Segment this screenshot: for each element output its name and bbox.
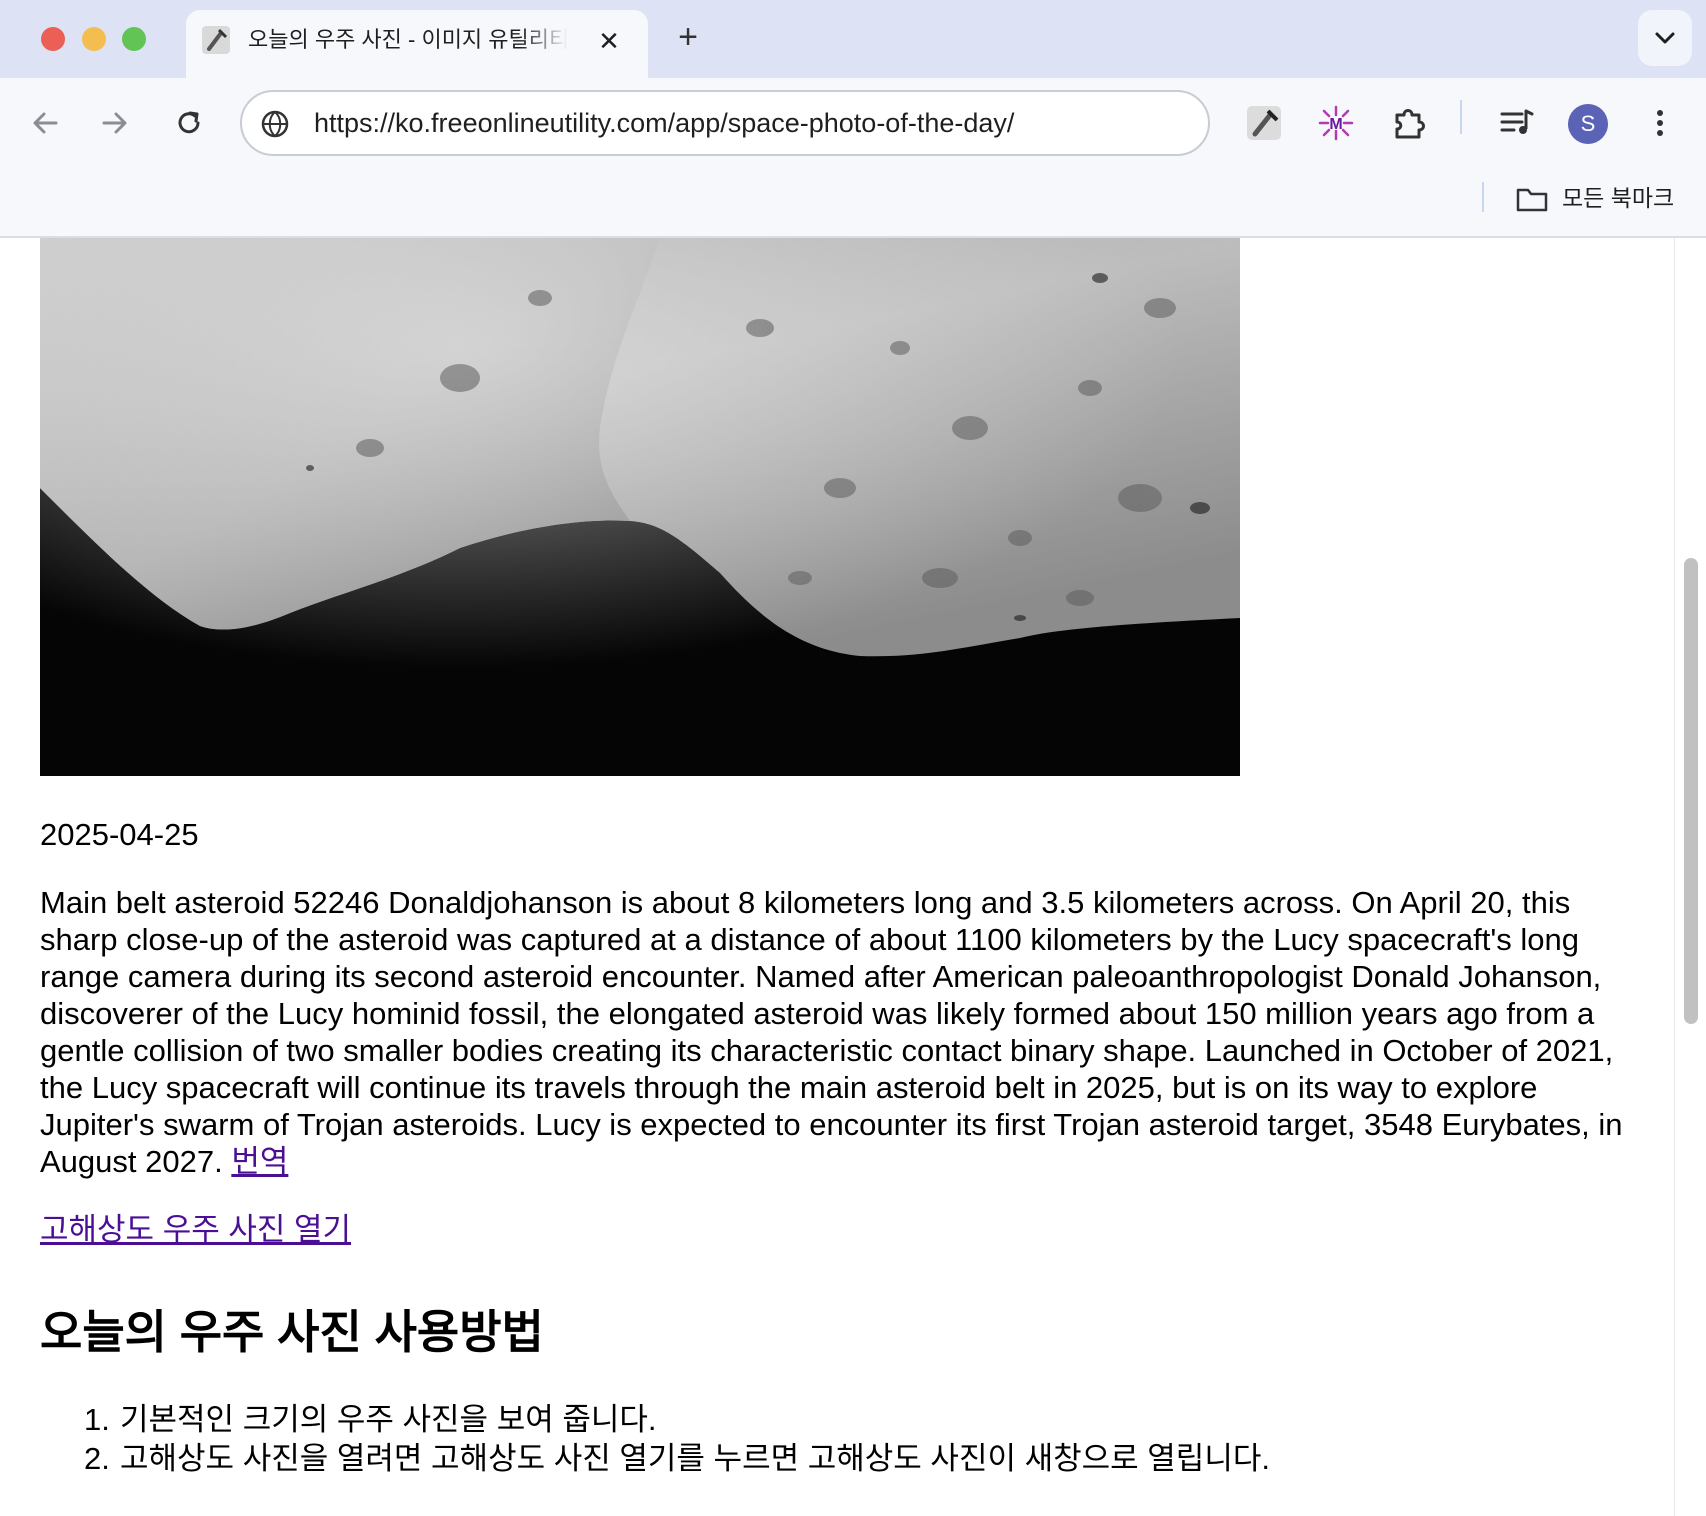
tab-strip: 오늘의 우주 사진 - 이미지 유틸리티 ✕ + <box>0 0 1706 78</box>
svg-text:M: M <box>1329 116 1342 133</box>
howto-heading: 오늘의 우주 사진 사용방법 <box>40 1306 544 1358</box>
open-hires-photo-link[interactable]: 고해상도 우주 사진 열기 <box>40 1210 351 1250</box>
window-maximize-button[interactable] <box>122 27 146 51</box>
photo-date: 2025-04-25 <box>40 817 199 852</box>
back-icon[interactable] <box>24 102 66 144</box>
chevron-down-icon <box>1655 32 1675 44</box>
window-minimize-button[interactable] <box>82 27 106 51</box>
step-text: 고해상도 사진을 열려면 고해상도 사진 열기를 누르면 고해상도 사진이 새창… <box>120 1441 1270 1476</box>
address-bar[interactable]: https://ko.freeonlineutility.com/app/spa… <box>240 90 1210 156</box>
howto-step: 2. 고해상도 사진을 열려면 고해상도 사진 열기를 누르면 고해상도 사진이 … <box>84 1439 1620 1478</box>
new-tab-button[interactable]: + <box>670 20 706 56</box>
bookmarks-separator <box>1482 182 1484 212</box>
step-text: 기본적인 크기의 우주 사진을 보여 줍니다. <box>120 1402 657 1437</box>
media-playlist-icon[interactable] <box>1496 103 1536 143</box>
explanation-text: Main belt asteroid 52246 Donaldjohanson … <box>40 885 1623 1179</box>
all-bookmarks-button[interactable]: 모든 북마크 <box>1562 180 1674 216</box>
toolbar-separator <box>1460 100 1462 134</box>
browser-toolbar: https://ko.freeonlineutility.com/app/spa… <box>0 78 1706 168</box>
forward-icon[interactable] <box>94 102 136 144</box>
page-scrollbar[interactable] <box>1674 238 1706 1516</box>
folder-icon[interactable] <box>1515 184 1549 214</box>
step-number: 1. <box>84 1402 110 1437</box>
more-menu-icon[interactable] <box>1640 103 1680 143</box>
utility-extension-icon[interactable] <box>1244 103 1284 143</box>
profile-avatar[interactable]: S <box>1568 104 1608 144</box>
bookmarks-bar: 모든 북마크 <box>0 168 1706 238</box>
tab-search-button[interactable] <box>1638 10 1692 66</box>
active-tab[interactable]: 오늘의 우주 사진 - 이미지 유틸리티 ✕ <box>186 10 648 78</box>
translate-link[interactable]: 번역 <box>231 1144 288 1179</box>
tab-title: 오늘의 우주 사진 - 이미지 유틸리티 <box>248 27 568 52</box>
url-text[interactable]: https://ko.freeonlineutility.com/app/spa… <box>314 92 1014 154</box>
space-photo <box>40 238 1240 776</box>
howto-step: 1. 기본적인 크기의 우주 사진을 보여 줍니다. <box>84 1400 1620 1439</box>
page-content: 2025-04-25 Main belt asteroid 52246 Dona… <box>0 238 1674 1516</box>
globe-icon[interactable] <box>260 109 290 139</box>
photo-explanation: Main belt asteroid 52246 Donaldjohanson … <box>40 884 1650 1180</box>
howto-steps-list: 1. 기본적인 크기의 우주 사진을 보여 줍니다. 2. 고해상도 사진을 열려면… <box>40 1400 1620 1478</box>
scrollbar-thumb[interactable] <box>1684 558 1698 1024</box>
reload-icon[interactable] <box>168 102 210 144</box>
window-close-button[interactable] <box>41 27 65 51</box>
step-number: 2. <box>84 1441 110 1476</box>
extensions-puzzle-icon[interactable] <box>1389 103 1429 143</box>
tab-close-icon[interactable]: ✕ <box>594 26 624 56</box>
sparkle-extension-icon[interactable]: M <box>1316 103 1356 143</box>
utility-favicon-icon <box>202 26 230 54</box>
